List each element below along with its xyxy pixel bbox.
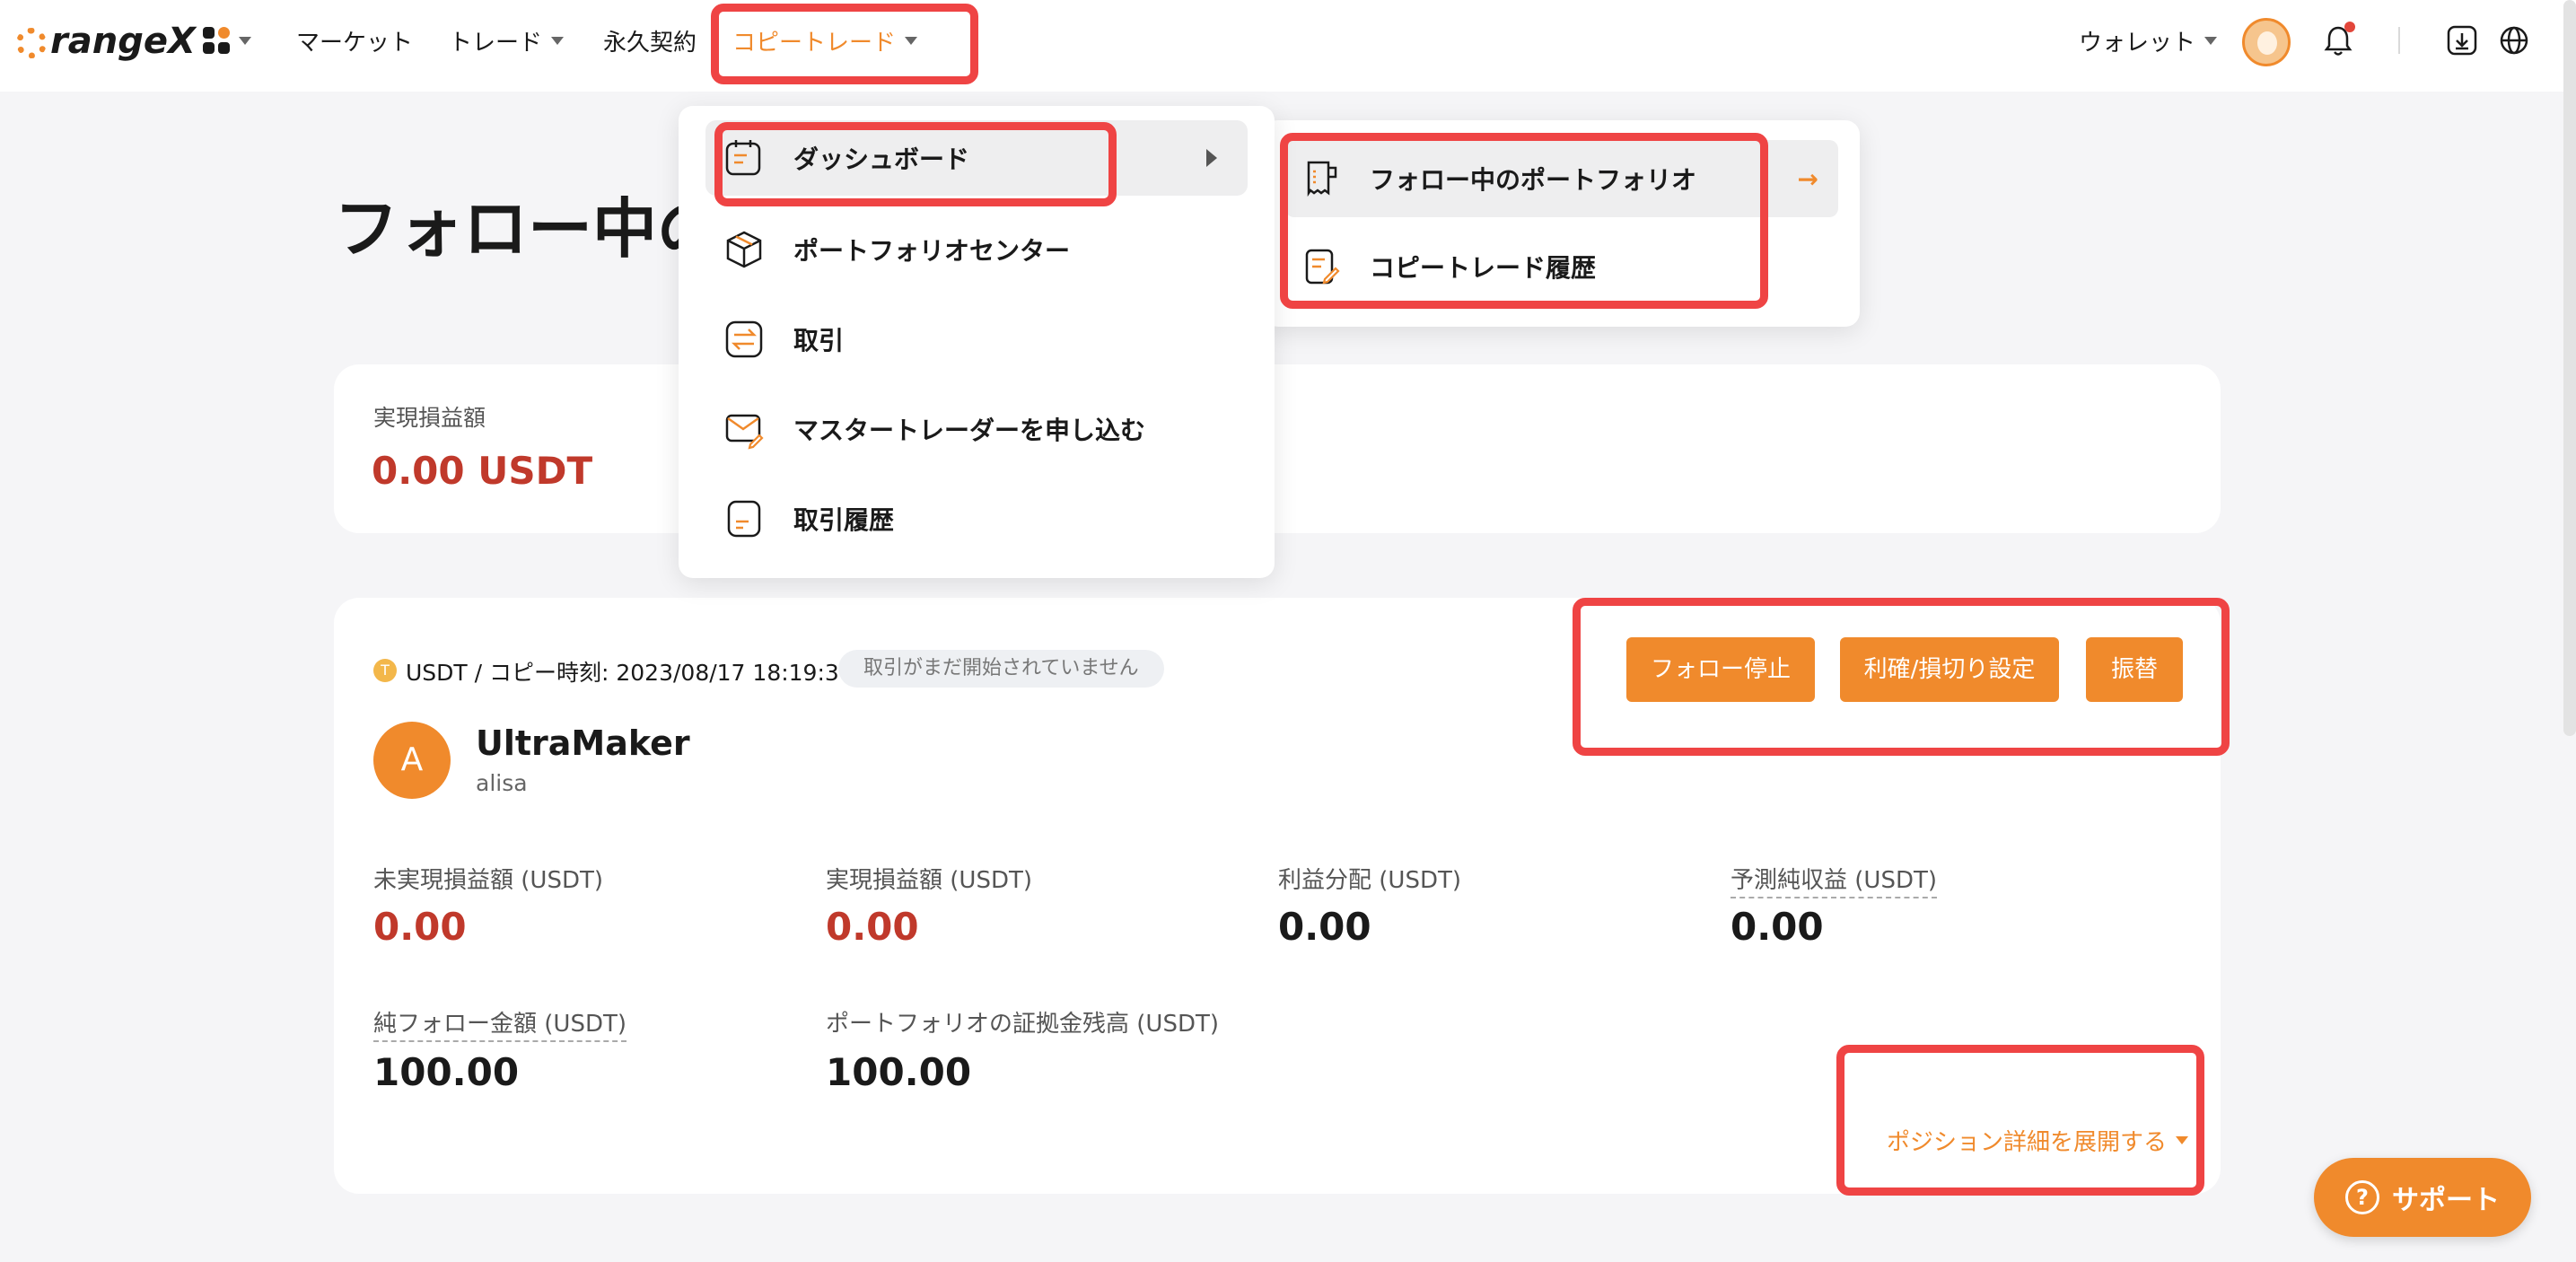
stat-label-margin-balance: ポートフォリオの証拠金残高 (USDT) [826,1011,1219,1038]
stat-label-realized-pnl: 実現損益額 (USDT) [826,867,1032,894]
stat-label-estimated-net-profit[interactable]: 予測純収益 (USDT) [1730,862,1937,898]
transfer-button[interactable]: 振替 [2086,637,2183,702]
chevron-down-icon [239,36,251,45]
stat-value-unrealized-pnl: 0.00 [373,905,467,949]
stat-label-profit-share: 利益分配 (USDT) [1278,867,1461,894]
stat-value-realized-pnl: 0.00 [826,905,919,949]
notification-dot [2344,22,2355,32]
menu-item-dashboard[interactable]: ダッシュボード [705,120,1248,196]
trader-avatar[interactable]: A [373,722,451,799]
download-icon[interactable] [2445,23,2479,57]
pnl-label: 実現損益額 [373,405,486,431]
stat-value-net-follow-amount: 100.00 [373,1050,520,1094]
menu-item-apply-master-trader[interactable]: マスタートレーダーを申し込む [705,391,1248,467]
logo-o-icon [16,28,47,58]
stat-value-profit-share: 0.00 [1278,905,1371,949]
stat-value-margin-balance: 100.00 [826,1050,972,1094]
apps-grid-icon [203,27,230,54]
globe-icon[interactable] [2497,23,2531,57]
doc-edit-icon [1305,249,1340,285]
logo-text: rangeX [50,21,196,62]
swap-icon [725,320,763,358]
expand-position-details-link[interactable]: ポジション詳細を展開する [1887,1124,2189,1157]
portfolio-card: T USDT / コピー時刻: 2023/08/17 18:19:30 取引がま… [334,598,2221,1194]
logo[interactable]: rangeX [16,18,196,65]
chevron-right-icon [1206,149,1217,167]
stop-follow-button[interactable]: フォロー停止 [1626,637,1815,702]
trader-id: alisa [476,770,528,796]
chevron-down-icon [2176,1136,2189,1144]
apps-menu-button[interactable] [203,27,251,54]
chevron-down-icon [905,37,918,45]
help-icon: ? [2345,1180,2379,1214]
support-button[interactable]: ? サポート [2314,1158,2531,1237]
dashboard-submenu: フォロー中のポートフォリオ → コピートレード履歴 [1264,120,1860,327]
chevron-down-icon [2204,37,2218,45]
submenu-following-portfolio[interactable]: フォロー中のポートフォリオ → [1285,140,1838,217]
menu-item-portfolio-center[interactable]: ポートフォリオセンター [705,212,1248,287]
copy-trade-dropdown: ダッシュボード ポートフォリオセンター 取引 マスタートレーダーを申し込む 取引… [679,106,1275,578]
nav-copy-trade[interactable]: コピートレード [732,24,918,57]
nav-trade[interactable]: トレード [449,24,565,57]
pnl-value: 0.00 USDT [372,449,593,493]
nav-wallet[interactable]: ウォレット [2079,24,2218,57]
receipt-icon [1307,161,1337,197]
stat-value-estimated-net-profit: 0.00 [1730,905,1824,949]
mail-edit-icon [725,414,764,450]
dashboard-icon [725,140,761,176]
arrow-right-icon: → [1797,163,1818,194]
trader-name[interactable]: UltraMaker [476,723,690,763]
notification-bell-icon[interactable] [2323,22,2355,57]
top-navbar: rangeX マーケット トレード 永久契約 コピートレード ウォレット [0,0,2576,92]
status-badge: 取引がまだ開始されていません [838,650,1164,688]
tp-sl-settings-button[interactable]: 利確/損切り設定 [1840,637,2059,702]
usdt-coin-icon: T [373,659,397,682]
menu-item-trade[interactable]: 取引 [705,302,1248,377]
stat-label-net-follow-amount[interactable]: 純フォロー金額 (USDT) [373,1005,626,1042]
pnl-summary-card: 実現損益額 0.00 USDT [334,364,2221,533]
nav-divider [2398,27,2400,54]
stat-label-unrealized-pnl: 未実現損益額 (USDT) [373,867,603,894]
menu-item-trade-history[interactable]: 取引履歴 [705,481,1248,557]
chevron-down-icon [551,37,565,45]
cube-icon [726,231,762,268]
user-avatar[interactable] [2242,18,2291,66]
history-icon [727,500,761,538]
page-title: フォロー中の [334,191,723,267]
nav-market[interactable]: マーケット [296,24,413,57]
nav-perpetual[interactable]: 永久契約 [603,24,697,57]
copy-time: USDT / コピー時刻: 2023/08/17 18:19:30 [406,660,854,686]
submenu-copy-trade-history[interactable]: コピートレード履歴 [1285,228,1838,305]
page-scrollbar[interactable] [2563,0,2576,736]
